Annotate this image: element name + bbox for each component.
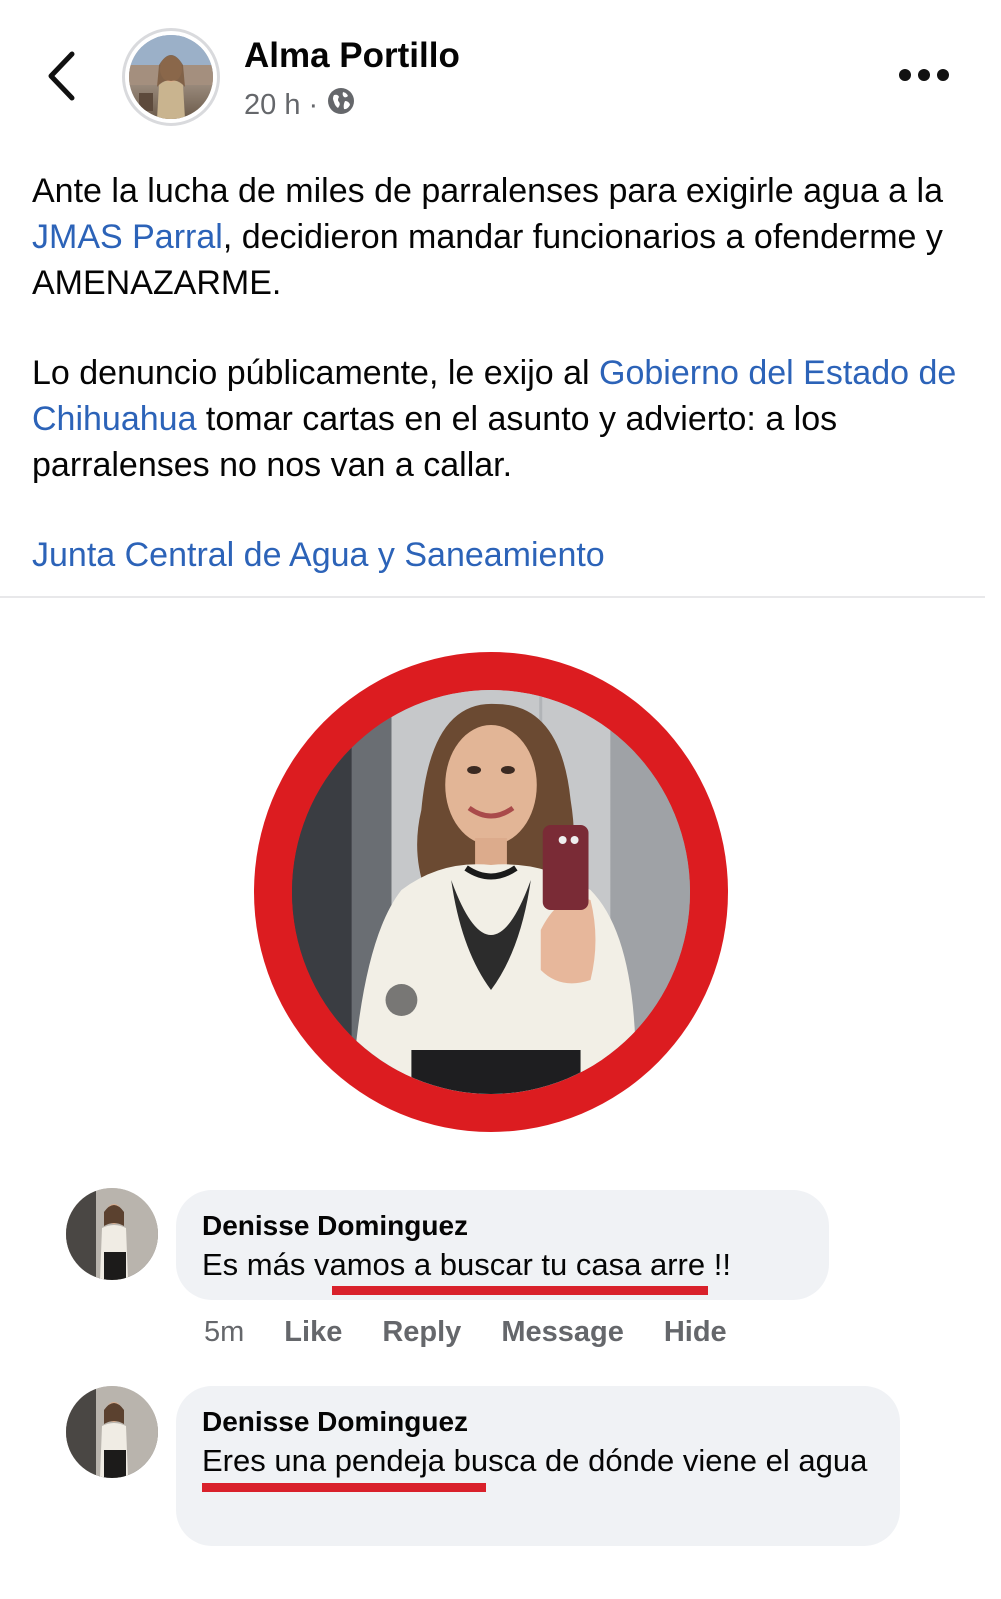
post-text-2a: Lo denuncio públicamente, le exijo al xyxy=(32,354,600,392)
post-timestamp[interactable]: 20 h xyxy=(244,89,300,122)
comment-bubble[interactable]: Denisse Dominguez Eres una pendeja busca… xyxy=(176,1386,900,1546)
reply-button[interactable]: Reply xyxy=(382,1316,461,1349)
comment-author[interactable]: Denisse Dominguez xyxy=(202,1404,874,1440)
comment-author[interactable]: Denisse Dominguez xyxy=(202,1208,803,1244)
message-button[interactable]: Message xyxy=(501,1316,624,1349)
link-junta-central[interactable]: Junta Central de Agua y Saneamiento xyxy=(32,536,605,574)
more-horizontal-icon xyxy=(898,68,950,87)
author-name[interactable]: Alma Portillo xyxy=(244,36,460,76)
link-jmas-parral[interactable]: JMAS Parral xyxy=(32,218,223,256)
comment-text-part: arre !! xyxy=(641,1247,731,1282)
back-button[interactable] xyxy=(36,48,86,108)
comment-time[interactable]: 5m xyxy=(204,1316,244,1349)
author-avatar[interactable] xyxy=(122,28,220,126)
selfie-photo xyxy=(292,690,690,1094)
comment-bubble[interactable]: Denisse Dominguez Es más vamos a buscar … xyxy=(176,1190,829,1300)
hide-button[interactable]: Hide xyxy=(664,1316,727,1349)
red-underline-mark xyxy=(332,1286,708,1295)
comment-text-part: busca de dónde viene el agua xyxy=(445,1443,868,1478)
post-meta: 20 h · xyxy=(244,86,356,124)
comment-text-part: Es más xyxy=(202,1247,314,1282)
divider xyxy=(0,596,985,598)
comment-text: Es más vamos a buscar tu casa arre !! xyxy=(202,1244,803,1286)
comment-avatar[interactable] xyxy=(66,1188,158,1280)
comment-avatar[interactable] xyxy=(66,1386,158,1478)
post-body: Ante la lucha de miles de parralenses pa… xyxy=(32,168,972,578)
comment-actions: 5m Like Reply Message Hide xyxy=(204,1316,727,1349)
post-text-1a: Ante la lucha de miles de parralenses pa… xyxy=(32,172,943,210)
post-paragraph-2: Lo denuncio públicamente, le exijo al Go… xyxy=(32,350,972,488)
meta-separator: · xyxy=(308,88,319,121)
globe-icon[interactable] xyxy=(326,86,356,124)
comment-text-highlighted: vamos a buscar tu casa xyxy=(313,1247,642,1282)
post-image[interactable] xyxy=(254,652,728,1132)
comment-text-highlighted: Eres una pendeja xyxy=(202,1443,446,1478)
post-paragraph-3: Junta Central de Agua y Saneamiento xyxy=(32,532,972,578)
comment-text: Eres una pendeja busca de dónde viene el… xyxy=(202,1440,874,1482)
like-button[interactable]: Like xyxy=(284,1316,342,1349)
post-paragraph-1: Ante la lucha de miles de parralenses pa… xyxy=(32,168,972,306)
more-options-button[interactable] xyxy=(893,60,955,94)
red-underline-mark xyxy=(202,1483,486,1492)
chevron-left-icon xyxy=(46,50,76,107)
